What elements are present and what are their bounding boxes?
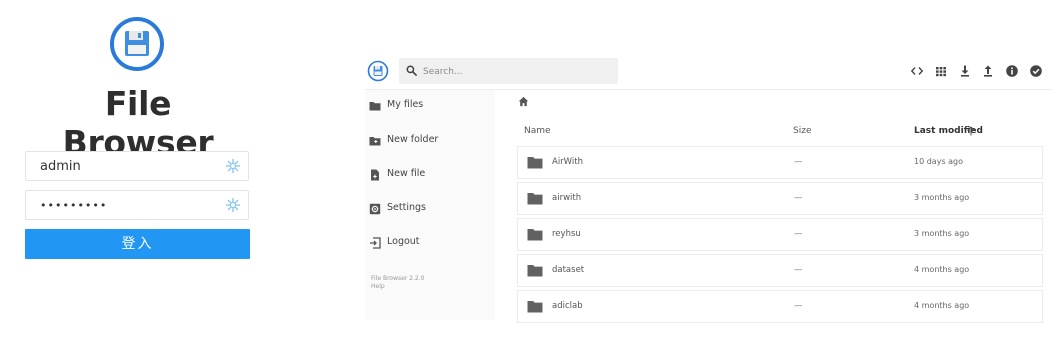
folder-icon — [527, 157, 543, 169]
sidebar-item-label: New folder — [387, 134, 439, 145]
search-input[interactable] — [421, 63, 605, 81]
autofill-icon[interactable] — [225, 197, 241, 213]
file-size: — — [794, 229, 803, 239]
folder-icon — [527, 229, 543, 241]
file-modified: 4 months ago — [914, 301, 970, 310]
sidebar-item-label: New file — [387, 168, 426, 179]
list-item[interactable]: dataset — 4 months ago — [517, 254, 1043, 287]
settings-icon — [369, 203, 381, 215]
help-link[interactable]: Help — [371, 283, 385, 290]
download-icon[interactable] — [958, 64, 972, 78]
new-folder-icon — [369, 137, 381, 146]
folder-icon — [527, 301, 543, 313]
list-item[interactable]: adiclab — 4 months ago — [517, 290, 1043, 323]
info-icon[interactable] — [1005, 64, 1019, 78]
column-header-size[interactable]: Size — [793, 126, 811, 136]
home-icon[interactable] — [518, 96, 529, 107]
new-file-icon — [371, 169, 379, 181]
file-modified: 4 months ago — [914, 265, 970, 274]
sidebar-item-label: Settings — [387, 202, 426, 213]
sort-ascending-icon[interactable] — [966, 126, 976, 136]
file-size: — — [794, 157, 803, 167]
grid-view-icon[interactable] — [934, 64, 948, 78]
column-header-name[interactable]: Name — [524, 126, 551, 136]
file-modified: 3 months ago — [914, 229, 970, 238]
file-name: adiclab — [552, 301, 583, 311]
file-size: — — [794, 301, 803, 311]
list-item[interactable]: AirWith — 10 days ago — [517, 146, 1043, 179]
logout-icon — [370, 237, 381, 249]
search-bar[interactable] — [399, 58, 618, 84]
version-text: File Browser 2.2.0 — [371, 275, 425, 282]
app-logo[interactable] — [367, 60, 389, 82]
folder-icon — [527, 193, 543, 205]
folder-icon — [527, 265, 543, 277]
list-item[interactable]: airwith — 3 months ago — [517, 182, 1043, 215]
username-field[interactable]: admin — [25, 151, 249, 181]
code-icon[interactable] — [910, 64, 924, 78]
file-size: — — [794, 193, 803, 203]
password-value: ••••••••• — [40, 199, 108, 212]
file-name: airwith — [552, 193, 582, 203]
list-item[interactable]: reyhsu — 3 months ago — [517, 218, 1043, 251]
password-field[interactable]: ••••••••• — [25, 190, 249, 220]
upload-icon[interactable] — [981, 64, 995, 78]
autofill-icon[interactable] — [225, 158, 241, 174]
file-modified: 10 days ago — [914, 157, 964, 166]
file-name: reyhsu — [552, 229, 581, 239]
file-modified: 3 months ago — [914, 193, 970, 202]
check-circle-icon[interactable] — [1029, 64, 1043, 78]
file-name: dataset — [552, 265, 585, 275]
folder-icon — [369, 102, 381, 111]
file-name: AirWith — [552, 157, 583, 167]
username-value: admin — [40, 159, 81, 174]
file-size: — — [794, 265, 803, 275]
search-icon — [406, 65, 417, 76]
sidebar-item-label: Logout — [387, 236, 420, 247]
login-button[interactable]: 登入 — [25, 229, 250, 259]
sidebar-item-label: My files — [387, 99, 424, 110]
login-logo — [109, 16, 165, 72]
